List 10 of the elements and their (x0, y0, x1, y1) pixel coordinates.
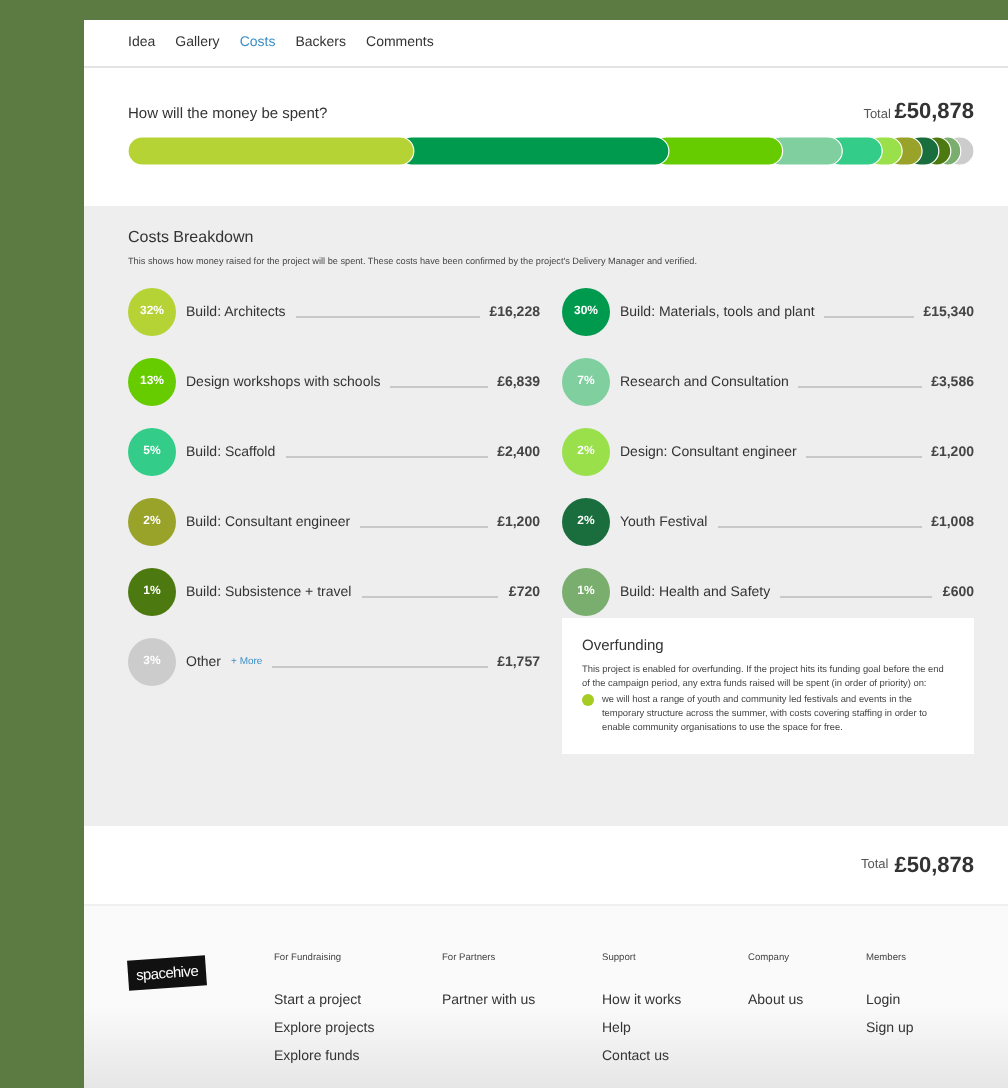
leader-line (806, 456, 922, 458)
leader-line (798, 386, 922, 388)
leader-line (824, 316, 914, 318)
leader-line (360, 526, 488, 528)
total-amount: £50,878 (894, 100, 974, 124)
section-title: Costs Breakdown (128, 228, 256, 246)
total-amount: £50,878 (894, 853, 974, 877)
bullet-dot-icon (582, 694, 594, 707)
leader-line (361, 596, 499, 598)
leader-line (390, 386, 488, 388)
